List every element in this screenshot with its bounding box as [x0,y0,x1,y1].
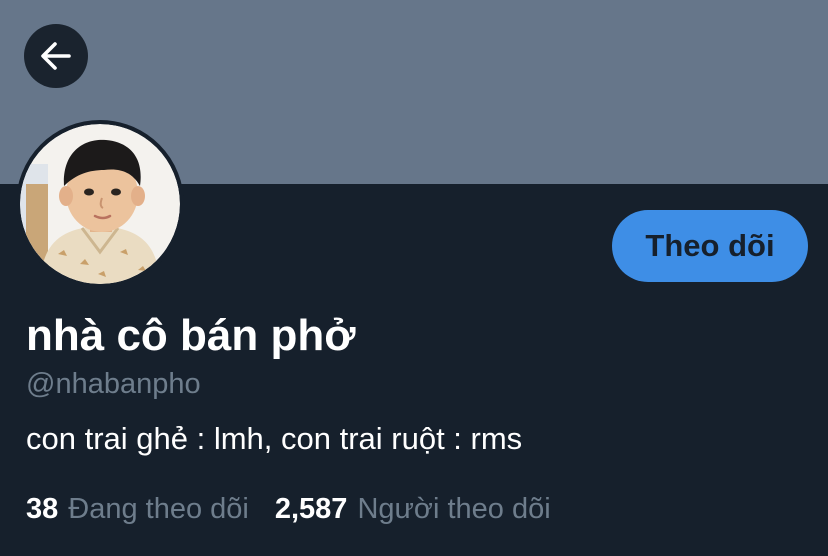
follow-button[interactable]: Theo dõi [612,210,808,282]
avatar[interactable] [16,120,184,288]
profile-page: Theo dõi nhà cô bán phở @nhabanpho con t… [0,0,828,556]
followers-count: 2,587 [274,493,348,525]
following-stat[interactable]: 38 Đang theo dõi [26,489,249,529]
following-label: Đang theo dõi [68,493,249,525]
arrow-left-icon [38,38,74,74]
user-handle: @nhabanpho [26,368,201,400]
back-button[interactable] [24,24,88,88]
followers-stat[interactable]: 2,587 Người theo dõi [275,489,551,529]
profile-stats: 38 Đang theo dõi 2,587 Người theo dõi [26,489,551,529]
profile-bio: con trai ghẻ : lmh, con trai ruột : rms [26,421,523,456]
display-name: nhà cô bán phở [26,311,356,360]
avatar-photo [20,124,180,284]
following-count: 38 [26,493,59,525]
followers-label: Người theo dõi [357,493,551,525]
